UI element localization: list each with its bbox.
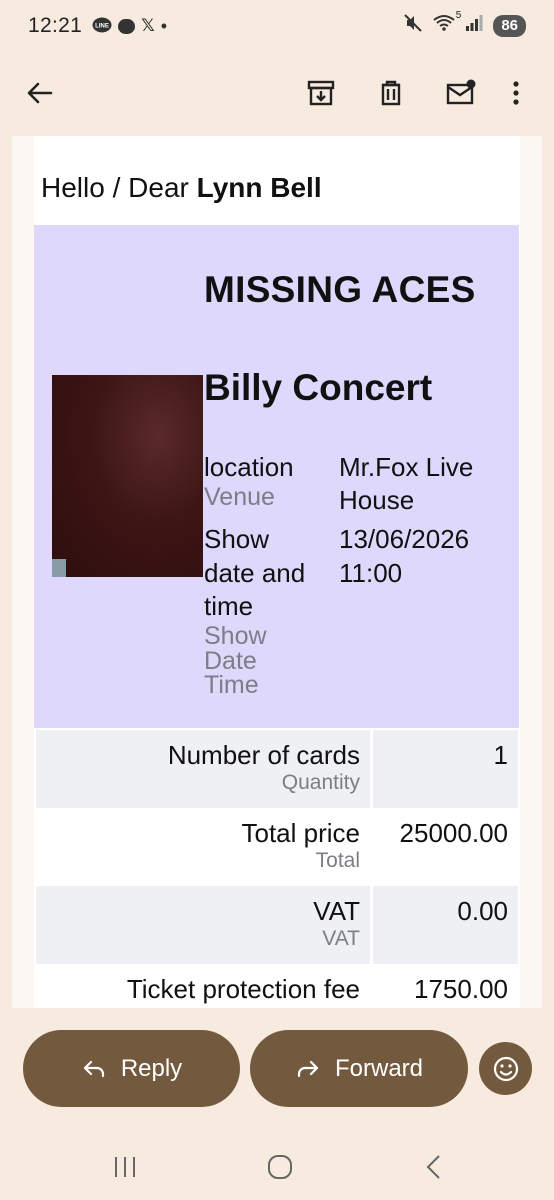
summary-label: Number of cards: [167, 740, 360, 770]
chat-bubble-icon: [118, 18, 136, 34]
summary-value: 1: [373, 730, 518, 808]
summary-value: 25000.00: [399, 818, 508, 848]
network-type: 5: [455, 10, 462, 21]
system-back-button[interactable]: [414, 1150, 454, 1184]
event-name: Billy Concert: [204, 367, 433, 408]
show-time-value: 11:00: [339, 558, 403, 588]
greeting-prefix: Hello / Dear: [41, 172, 197, 203]
summary-sublabel: Total: [315, 849, 360, 872]
trash-icon: [381, 80, 401, 106]
event-image: [52, 375, 203, 577]
email-toolbar: [0, 52, 554, 134]
status-bar: 12:21 LINE 𝕏 • 5 86: [0, 0, 554, 52]
show-label-line2: date and: [204, 558, 306, 588]
more-options-button[interactable]: [496, 65, 536, 121]
show-date-value: 13/06/2026: [339, 524, 470, 554]
recents-button[interactable]: [105, 1150, 145, 1184]
forward-icon: [297, 1060, 319, 1077]
artist-name: MISSING ACES: [204, 269, 476, 310]
status-time: 12:21: [28, 14, 83, 37]
mark-unread-button[interactable]: [426, 65, 496, 121]
reply-icon: [83, 1060, 104, 1077]
archive-icon: [307, 80, 335, 106]
archive-button[interactable]: [286, 65, 356, 121]
emoji-reaction-button[interactable]: [479, 1042, 532, 1095]
summary-label: Total price: [241, 818, 361, 848]
summary-value: 0.00: [373, 886, 518, 964]
home-button[interactable]: [260, 1150, 300, 1184]
summary-row-total: Total price Total 25000.00: [36, 808, 518, 886]
status-right: 5 86: [403, 10, 526, 39]
location-label: location: [204, 452, 294, 482]
toolbar-actions: [286, 65, 536, 121]
location-value-line1: Mr.Fox Live: [339, 452, 474, 482]
summary-row-vat: VAT VAT 0.00: [36, 886, 518, 964]
summary-sublabel: VAT: [322, 927, 360, 950]
reply-actions-bar: Reply Forward: [0, 1030, 554, 1108]
ticket-card: MISSING ACES Billy Concert location Venu…: [34, 225, 519, 728]
wifi-icon: 5: [433, 10, 461, 38]
summary-label-cell: VAT VAT: [36, 886, 370, 964]
reply-label: Reply: [120, 1054, 183, 1082]
show-label-line1: Show: [204, 524, 270, 554]
more-vert-icon: [513, 81, 519, 105]
smiley-icon: [493, 1056, 518, 1081]
battery-indicator: 86: [493, 15, 526, 37]
mark-unread-icon: [446, 79, 476, 105]
summary-sublabel: Quantity: [281, 771, 360, 794]
summary-label-cell: Ticket protection fee: [36, 964, 370, 1008]
back-button[interactable]: [22, 65, 58, 121]
email-content: Hello / Dear Lynn Bell MISSING ACES Bill…: [34, 136, 520, 1008]
summary-value: 1750.00: [414, 974, 508, 1004]
chevron-left-icon: [426, 1155, 440, 1179]
summary-row-quantity: Number of cards Quantity 1: [36, 730, 518, 808]
reply-button[interactable]: Reply: [23, 1030, 240, 1107]
summary-label-cell: Number of cards Quantity: [36, 730, 370, 808]
x-icon: 𝕏: [141, 16, 155, 35]
signal-icon: [465, 14, 483, 38]
status-left: 12:21 LINE 𝕏 •: [28, 14, 167, 38]
location-sublabel: Venue: [204, 483, 275, 511]
show-sublabel-line3: Time: [204, 671, 259, 699]
greeting: Hello / Dear Lynn Bell: [34, 136, 520, 225]
order-summary-table: Number of cards Quantity 1 Total price T…: [36, 730, 518, 1008]
summary-row-protection-fee: Ticket protection fee 1750.00: [36, 964, 518, 1008]
delete-button[interactable]: [356, 65, 426, 121]
mute-icon: [403, 13, 423, 39]
email-body: Hello / Dear Lynn Bell MISSING ACES Bill…: [12, 136, 542, 1008]
recipient-name: Lynn Bell: [196, 172, 322, 203]
summary-label-cell: Total price Total: [36, 808, 370, 886]
notification-icons: LINE 𝕏 •: [92, 16, 167, 37]
summary-label: VAT: [313, 896, 360, 926]
recents-icon: [115, 1157, 135, 1177]
forward-label: Forward: [334, 1054, 424, 1082]
show-sublabel-line1: Show: [204, 622, 267, 650]
dot-icon: •: [160, 15, 168, 36]
home-icon: [268, 1155, 292, 1179]
show-label-line3: time: [204, 591, 254, 621]
line-icon: LINE: [92, 17, 112, 35]
image-corner: [52, 559, 66, 577]
forward-button[interactable]: Forward: [250, 1030, 468, 1107]
line-label: LINE: [95, 24, 109, 30]
location-value-line2: House: [339, 485, 415, 515]
back-arrow-icon: [27, 82, 53, 104]
summary-label: Ticket protection fee: [126, 974, 360, 1004]
system-nav-bar: [0, 1130, 554, 1200]
